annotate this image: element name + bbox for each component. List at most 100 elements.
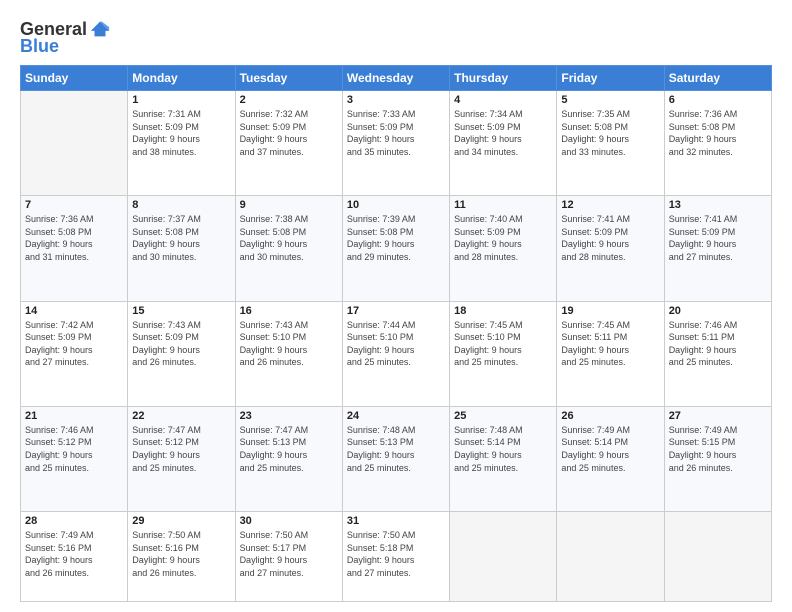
day-number: 25: [454, 410, 552, 422]
day-info: Sunrise: 7:43 AM Sunset: 5:10 PM Dayligh…: [240, 319, 338, 369]
day-number: 28: [25, 515, 123, 527]
col-header-sunday: Sunday: [21, 66, 128, 91]
day-info: Sunrise: 7:36 AM Sunset: 5:08 PM Dayligh…: [669, 108, 767, 158]
day-number: 30: [240, 515, 338, 527]
day-number: 2: [240, 94, 338, 106]
logo-icon: [89, 18, 111, 40]
day-number: 4: [454, 94, 552, 106]
day-info: Sunrise: 7:47 AM Sunset: 5:13 PM Dayligh…: [240, 424, 338, 474]
calendar-cell: 24 Sunrise: 7:48 AM Sunset: 5:13 PM Dayli…: [342, 406, 449, 511]
day-number: 27: [669, 410, 767, 422]
calendar-cell: 23 Sunrise: 7:47 AM Sunset: 5:13 PM Dayli…: [235, 406, 342, 511]
calendar-cell: 1Sunrise: 7:31 AM Sunset: 5:09 PM Daylig…: [128, 91, 235, 196]
col-header-wednesday: Wednesday: [342, 66, 449, 91]
day-info: Sunrise: 7:44 AM Sunset: 5:10 PM Dayligh…: [347, 319, 445, 369]
day-number: 5: [561, 94, 659, 106]
day-number: 11: [454, 199, 552, 211]
day-number: 9: [240, 199, 338, 211]
day-info: Sunrise: 7:35 AM Sunset: 5:08 PM Dayligh…: [561, 108, 659, 158]
calendar-cell: 18 Sunrise: 7:45 AM Sunset: 5:10 PM Dayli…: [450, 301, 557, 406]
calendar-cell: 12 Sunrise: 7:41 AM Sunset: 5:09 PM Dayli…: [557, 196, 664, 301]
col-header-saturday: Saturday: [664, 66, 771, 91]
calendar-cell: [557, 512, 664, 602]
calendar-cell: 14 Sunrise: 7:42 AM Sunset: 5:09 PM Dayli…: [21, 301, 128, 406]
calendar-cell: 20 Sunrise: 7:46 AM Sunset: 5:11 PM Dayli…: [664, 301, 771, 406]
day-number: 20: [669, 305, 767, 317]
day-info: Sunrise: 7:50 AM Sunset: 5:16 PM Dayligh…: [132, 529, 230, 579]
calendar-cell: 26Sunrise: 7:49 AM Sunset: 5:14 PM Dayli…: [557, 406, 664, 511]
logo: General Blue: [20, 18, 111, 57]
calendar-cell: [450, 512, 557, 602]
day-info: Sunrise: 7:40 AM Sunset: 5:09 PM Dayligh…: [454, 213, 552, 263]
day-info: Sunrise: 7:45 AM Sunset: 5:10 PM Dayligh…: [454, 319, 552, 369]
day-number: 21: [25, 410, 123, 422]
day-info: Sunrise: 7:43 AM Sunset: 5:09 PM Dayligh…: [132, 319, 230, 369]
page: General Blue SundayMondayTuesdayWednesda…: [0, 0, 792, 612]
day-number: 10: [347, 199, 445, 211]
calendar-header-row: SundayMondayTuesdayWednesdayThursdayFrid…: [21, 66, 772, 91]
calendar-cell: 7 Sunrise: 7:36 AM Sunset: 5:08 PM Daylig…: [21, 196, 128, 301]
day-number: 18: [454, 305, 552, 317]
calendar-cell: 11 Sunrise: 7:40 AM Sunset: 5:09 PM Dayli…: [450, 196, 557, 301]
day-info: Sunrise: 7:42 AM Sunset: 5:09 PM Dayligh…: [25, 319, 123, 369]
day-info: Sunrise: 7:41 AM Sunset: 5:09 PM Dayligh…: [561, 213, 659, 263]
day-number: 14: [25, 305, 123, 317]
calendar-cell: 19Sunrise: 7:45 AM Sunset: 5:11 PM Dayli…: [557, 301, 664, 406]
day-info: Sunrise: 7:48 AM Sunset: 5:13 PM Dayligh…: [347, 424, 445, 474]
day-number: 29: [132, 515, 230, 527]
col-header-tuesday: Tuesday: [235, 66, 342, 91]
day-info: Sunrise: 7:41 AM Sunset: 5:09 PM Dayligh…: [669, 213, 767, 263]
calendar-cell: 3 Sunrise: 7:33 AM Sunset: 5:09 PM Daylig…: [342, 91, 449, 196]
calendar-cell: 10Sunrise: 7:39 AM Sunset: 5:08 PM Dayli…: [342, 196, 449, 301]
day-number: 3: [347, 94, 445, 106]
day-info: Sunrise: 7:46 AM Sunset: 5:11 PM Dayligh…: [669, 319, 767, 369]
calendar-cell: 5 Sunrise: 7:35 AM Sunset: 5:08 PM Daylig…: [557, 91, 664, 196]
day-number: 15: [132, 305, 230, 317]
day-info: Sunrise: 7:33 AM Sunset: 5:09 PM Dayligh…: [347, 108, 445, 158]
calendar-cell: 13 Sunrise: 7:41 AM Sunset: 5:09 PM Dayli…: [664, 196, 771, 301]
day-number: 6: [669, 94, 767, 106]
day-info: Sunrise: 7:46 AM Sunset: 5:12 PM Dayligh…: [25, 424, 123, 474]
calendar-cell: 16 Sunrise: 7:43 AM Sunset: 5:10 PM Dayli…: [235, 301, 342, 406]
col-header-friday: Friday: [557, 66, 664, 91]
day-number: 26: [561, 410, 659, 422]
calendar-table: SundayMondayTuesdayWednesdayThursdayFrid…: [20, 65, 772, 602]
day-info: Sunrise: 7:31 AM Sunset: 5:09 PM Dayligh…: [132, 108, 230, 158]
calendar-cell: 22 Sunrise: 7:47 AM Sunset: 5:12 PM Dayli…: [128, 406, 235, 511]
day-number: 24: [347, 410, 445, 422]
day-number: 22: [132, 410, 230, 422]
calendar-cell: 15 Sunrise: 7:43 AM Sunset: 5:09 PM Dayli…: [128, 301, 235, 406]
day-number: 13: [669, 199, 767, 211]
day-number: 17: [347, 305, 445, 317]
day-info: Sunrise: 7:36 AM Sunset: 5:08 PM Dayligh…: [25, 213, 123, 263]
day-number: 7: [25, 199, 123, 211]
day-number: 31: [347, 515, 445, 527]
calendar-cell: [21, 91, 128, 196]
calendar-cell: 25Sunrise: 7:48 AM Sunset: 5:14 PM Dayli…: [450, 406, 557, 511]
day-info: Sunrise: 7:47 AM Sunset: 5:12 PM Dayligh…: [132, 424, 230, 474]
day-number: 19: [561, 305, 659, 317]
calendar-cell: 30Sunrise: 7:50 AM Sunset: 5:17 PM Dayli…: [235, 512, 342, 602]
calendar-cell: 6 Sunrise: 7:36 AM Sunset: 5:08 PM Daylig…: [664, 91, 771, 196]
day-info: Sunrise: 7:38 AM Sunset: 5:08 PM Dayligh…: [240, 213, 338, 263]
day-number: 12: [561, 199, 659, 211]
day-number: 8: [132, 199, 230, 211]
calendar-cell: 8Sunrise: 7:37 AM Sunset: 5:08 PM Daylig…: [128, 196, 235, 301]
day-info: Sunrise: 7:49 AM Sunset: 5:16 PM Dayligh…: [25, 529, 123, 579]
calendar-cell: 9 Sunrise: 7:38 AM Sunset: 5:08 PM Daylig…: [235, 196, 342, 301]
day-info: Sunrise: 7:32 AM Sunset: 5:09 PM Dayligh…: [240, 108, 338, 158]
day-info: Sunrise: 7:49 AM Sunset: 5:15 PM Dayligh…: [669, 424, 767, 474]
calendar-week-2: 7 Sunrise: 7:36 AM Sunset: 5:08 PM Daylig…: [21, 196, 772, 301]
day-number: 23: [240, 410, 338, 422]
calendar-cell: 28 Sunrise: 7:49 AM Sunset: 5:16 PM Dayli…: [21, 512, 128, 602]
calendar-cell: 31Sunrise: 7:50 AM Sunset: 5:18 PM Dayli…: [342, 512, 449, 602]
calendar-week-3: 14 Sunrise: 7:42 AM Sunset: 5:09 PM Dayli…: [21, 301, 772, 406]
calendar-cell: 27 Sunrise: 7:49 AM Sunset: 5:15 PM Dayli…: [664, 406, 771, 511]
calendar-week-4: 21 Sunrise: 7:46 AM Sunset: 5:12 PM Dayli…: [21, 406, 772, 511]
calendar-cell: 21 Sunrise: 7:46 AM Sunset: 5:12 PM Dayli…: [21, 406, 128, 511]
header: General Blue: [20, 18, 772, 57]
day-number: 16: [240, 305, 338, 317]
calendar-cell: 29 Sunrise: 7:50 AM Sunset: 5:16 PM Dayli…: [128, 512, 235, 602]
calendar-cell: 2 Sunrise: 7:32 AM Sunset: 5:09 PM Daylig…: [235, 91, 342, 196]
calendar-week-1: 1Sunrise: 7:31 AM Sunset: 5:09 PM Daylig…: [21, 91, 772, 196]
